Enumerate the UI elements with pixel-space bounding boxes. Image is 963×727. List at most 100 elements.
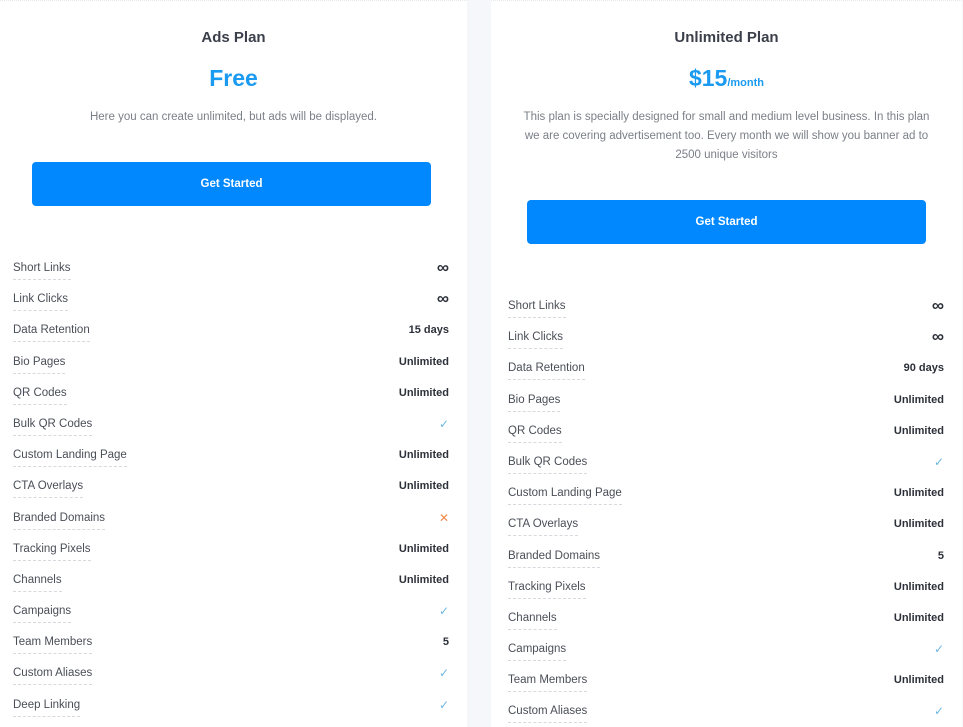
feature-label[interactable]: QR Codes <box>508 421 562 443</box>
feature-label[interactable]: Tracking Pixels <box>508 577 586 599</box>
feature-list: Short Links ∞ Link Clicks ∞ Data Retention 90… <box>508 296 944 727</box>
feature-row: Custom Landing Page Unlimited <box>13 445 449 476</box>
feature-label[interactable]: Bulk QR Codes <box>508 452 588 474</box>
get-started-button[interactable]: Get Started <box>32 162 431 206</box>
feature-row: Custom Aliases ✓ <box>13 663 449 694</box>
feature-value: Unlimited <box>398 573 449 586</box>
plan-price: $15/month <box>491 65 962 92</box>
feature-label[interactable]: Channels <box>13 570 62 592</box>
feature-row: Branded Domains 5 <box>508 546 944 577</box>
feature-value: Unlimited <box>398 355 449 368</box>
get-started-button[interactable]: Get Started <box>527 200 926 244</box>
feature-label[interactable]: Channels <box>508 608 557 630</box>
feature-label[interactable]: Branded Domains <box>508 546 601 568</box>
check-icon: ✓ <box>438 416 449 431</box>
feature-value: Unlimited <box>398 480 449 493</box>
feature-row: Bulk QR Codes ✓ <box>508 452 944 483</box>
feature-row: Bio Pages Unlimited <box>508 390 944 421</box>
check-icon: ✓ <box>933 454 944 469</box>
cross-icon: ✕ <box>438 510 449 525</box>
check-icon: ✓ <box>438 666 449 681</box>
infinity-icon: ∞ <box>436 258 449 277</box>
feature-row: Team Members 5 <box>13 632 449 663</box>
feature-value: Unlimited <box>893 611 944 624</box>
feature-value: Unlimited <box>893 674 944 687</box>
infinity-icon: ∞ <box>436 289 449 309</box>
feature-value: Unlimited <box>398 386 449 399</box>
feature-label[interactable]: Bio Pages <box>13 352 66 374</box>
feature-label[interactable]: Bulk QR Codes <box>13 414 93 436</box>
feature-value: 5 <box>937 549 944 562</box>
feature-row: Data Retention 15 days <box>13 320 449 351</box>
feature-value: Unlimited <box>398 542 449 555</box>
infinity-icon: ∞ <box>931 296 944 315</box>
feature-row: Short Links ∞ <box>13 258 449 289</box>
feature-row: Channels Unlimited <box>508 608 944 639</box>
feature-row: CTA Overlays Unlimited <box>508 514 944 545</box>
check-icon: ✓ <box>438 697 449 712</box>
price-period: /month <box>727 77 765 89</box>
feature-row: Bulk QR Codes ✓ <box>13 414 449 445</box>
check-icon: ✓ <box>933 642 944 657</box>
feature-label[interactable]: Short Links <box>508 296 566 318</box>
feature-row: Bio Pages Unlimited <box>13 352 449 383</box>
feature-value: Unlimited <box>893 518 944 531</box>
infinity-icon: ∞ <box>931 327 944 347</box>
feature-row: Campaigns ✓ <box>13 601 449 632</box>
plan-description: Here you can create unlimited, but ads w… <box>89 111 378 123</box>
feature-label[interactable]: CTA Overlays <box>13 476 84 499</box>
plan-price: Free <box>0 65 467 92</box>
feature-row: Campaigns ✓ <box>508 639 944 670</box>
feature-value: Unlimited <box>893 487 944 500</box>
feature-label[interactable]: Data Retention <box>508 358 585 381</box>
feature-value: 90 days <box>903 362 944 375</box>
feature-label[interactable]: Custom Aliases <box>13 663 93 686</box>
feature-label[interactable]: Custom Aliases <box>508 701 588 724</box>
feature-value: 15 days <box>408 324 449 337</box>
check-icon: ✓ <box>933 704 944 719</box>
feature-row: Link Clicks ∞ <box>508 327 944 358</box>
feature-row: Team Members Unlimited <box>508 670 944 701</box>
feature-label[interactable]: Team Members <box>508 670 588 693</box>
feature-label[interactable]: Campaigns <box>13 601 72 624</box>
feature-label[interactable]: Link Clicks <box>508 327 563 350</box>
feature-label[interactable]: Team Members <box>13 632 93 655</box>
feature-label[interactable]: Tracking Pixels <box>13 539 91 561</box>
feature-value: Unlimited <box>893 424 944 437</box>
feature-row: Tracking Pixels Unlimited <box>508 577 944 608</box>
feature-row: Link Clicks ∞ <box>13 289 449 320</box>
check-icon: ✓ <box>438 604 449 619</box>
feature-row: QR Codes Unlimited <box>508 421 944 452</box>
feature-row: Branded Domains ✕ <box>13 508 449 539</box>
feature-label[interactable]: Campaigns <box>508 639 567 662</box>
plan-title: Unlimited Plan <box>674 29 779 46</box>
plan-title: Ads Plan <box>201 29 266 46</box>
feature-row: Tracking Pixels Unlimited <box>13 539 449 570</box>
feature-value: Unlimited <box>893 580 944 593</box>
feature-label[interactable]: Branded Domains <box>13 508 106 530</box>
feature-label[interactable]: Custom Landing Page <box>13 445 127 468</box>
feature-row: Short Links ∞ <box>508 296 944 327</box>
price-amount: Free <box>209 65 258 91</box>
pricing-card-ads-plan: Ads Plan Free Here you can create unlimi… <box>0 0 467 727</box>
feature-row: CTA Overlays Unlimited <box>13 476 449 507</box>
plan-description: This plan is specially designed for smal… <box>523 111 930 161</box>
feature-label[interactable]: Data Retention <box>13 320 90 343</box>
feature-list: Short Links ∞ Link Clicks ∞ Data Retention 15… <box>13 258 449 726</box>
feature-label[interactable]: Custom Landing Page <box>508 483 622 506</box>
feature-label[interactable]: Link Clicks <box>13 289 68 312</box>
feature-row: Channels Unlimited <box>13 570 449 601</box>
feature-label[interactable]: Deep Linking <box>13 695 81 717</box>
feature-value: 5 <box>442 636 449 649</box>
feature-label[interactable]: Bio Pages <box>508 390 561 412</box>
feature-value: Unlimited <box>893 393 944 406</box>
feature-value: Unlimited <box>398 449 449 462</box>
feature-row: Custom Landing Page Unlimited <box>508 483 944 514</box>
feature-row: Deep Linking ✓ <box>13 695 449 726</box>
feature-row: Data Retention 90 days <box>508 358 944 389</box>
feature-label[interactable]: CTA Overlays <box>508 514 579 537</box>
feature-label[interactable]: Short Links <box>13 258 71 280</box>
feature-label[interactable]: QR Codes <box>13 383 67 405</box>
price-amount: $15 <box>688 65 728 91</box>
feature-row: QR Codes Unlimited <box>13 383 449 414</box>
